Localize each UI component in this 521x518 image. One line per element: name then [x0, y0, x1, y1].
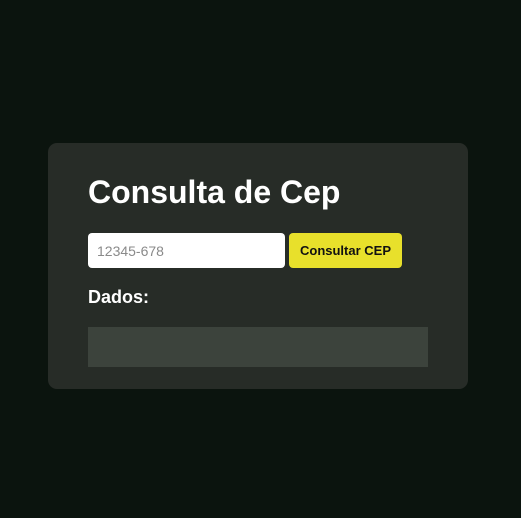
consult-cep-button[interactable]: Consultar CEP: [289, 233, 402, 268]
results-label: Dados:: [88, 287, 150, 307]
cep-lookup-card: Consulta de Cep Consultar CEP Dados:: [48, 143, 468, 389]
results-box: [88, 327, 428, 367]
page-title: Consulta de Cep: [88, 174, 341, 210]
cep-input[interactable]: [88, 233, 285, 268]
